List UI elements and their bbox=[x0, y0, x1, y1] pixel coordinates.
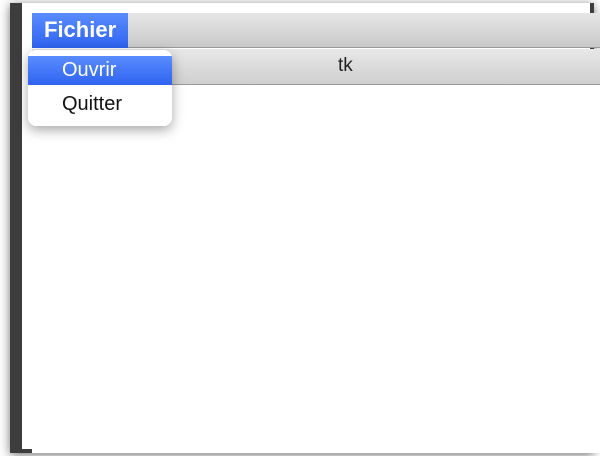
window-content bbox=[32, 85, 600, 453]
screen: Fichier tk Ouvrir Quitter bbox=[0, 0, 600, 456]
menu-fichier[interactable]: Fichier bbox=[32, 12, 129, 48]
window-title: tk bbox=[338, 55, 353, 76]
menu-item-label: Quitter bbox=[62, 93, 123, 115]
dropdown-menu: Ouvrir Quitter bbox=[28, 50, 172, 126]
menu-item-label: Ouvrir bbox=[62, 59, 117, 81]
menu-item-ouvrir[interactable]: Ouvrir bbox=[28, 56, 172, 85]
menubar: Fichier bbox=[32, 12, 600, 48]
menu-item-quitter[interactable]: Quitter bbox=[28, 90, 172, 119]
